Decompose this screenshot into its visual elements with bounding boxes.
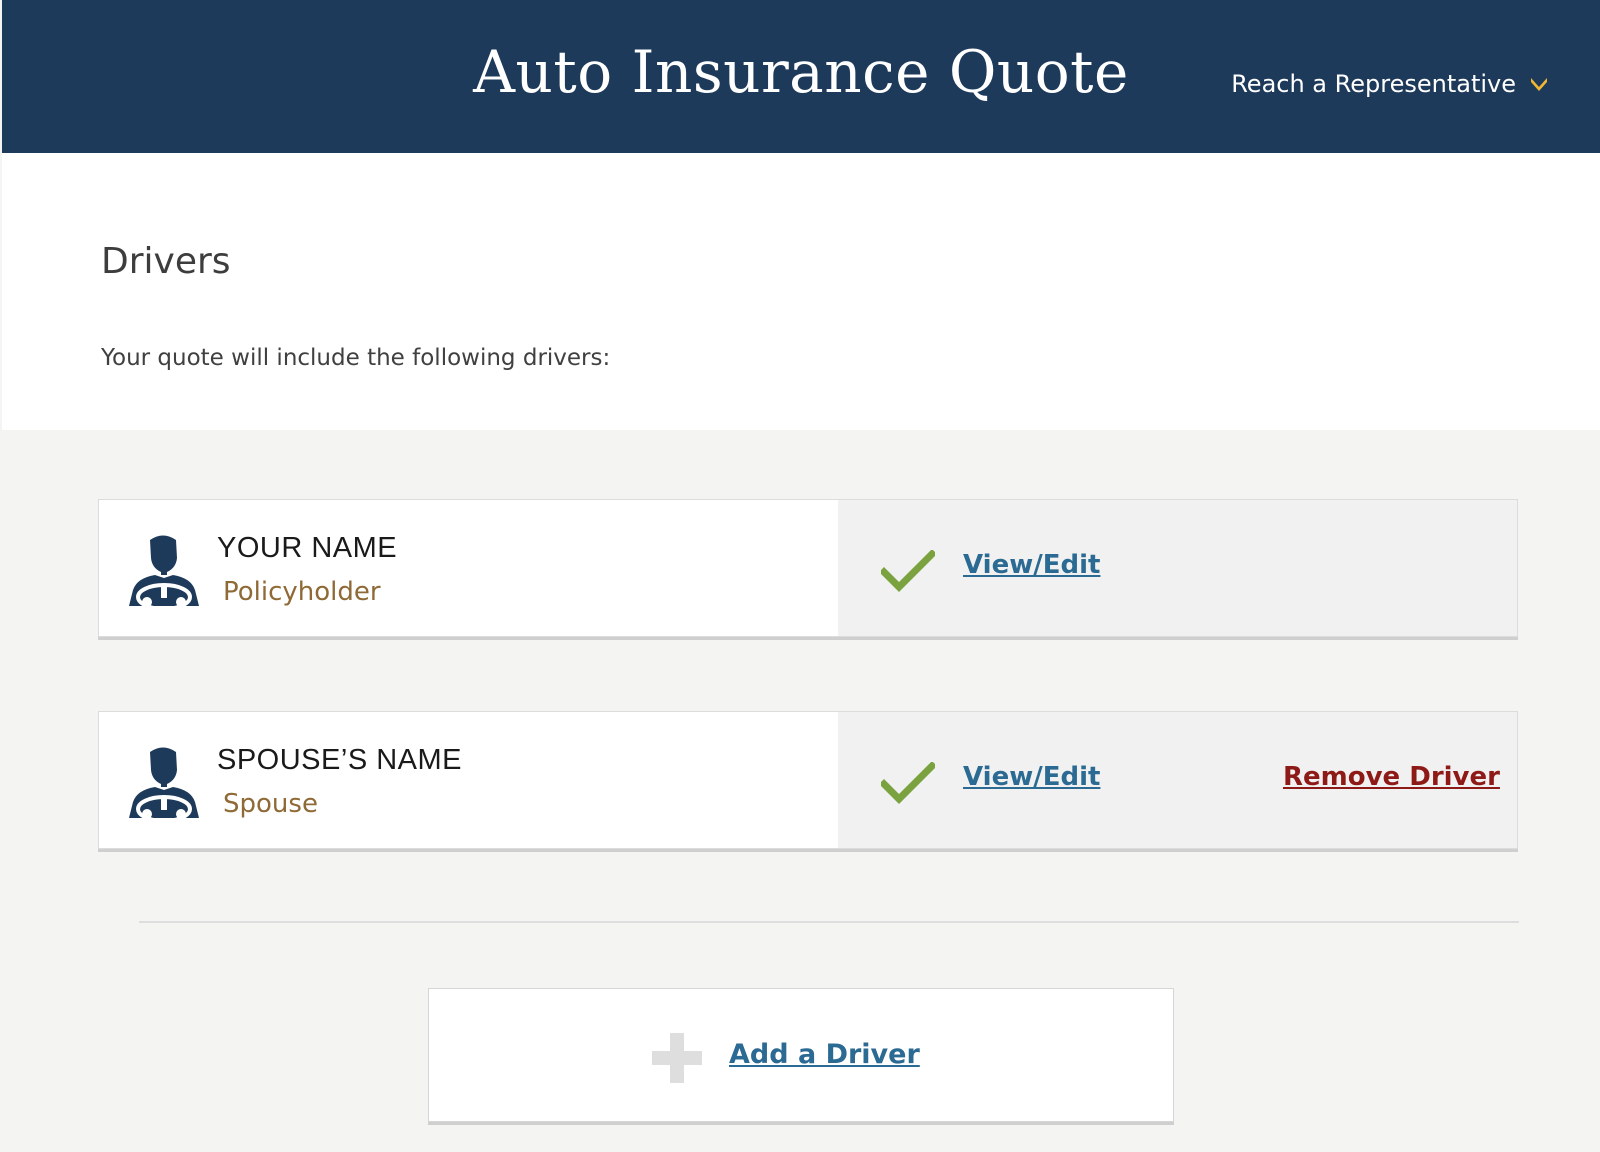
section-divider — [139, 921, 1519, 923]
driver-role: Policyholder — [223, 577, 381, 607]
intro-section: Drivers Your quote will include the foll… — [2, 153, 1600, 430]
reach-representative-link[interactable]: Reach a Representative — [1231, 70, 1550, 98]
view-edit-link[interactable]: View/Edit — [963, 550, 1100, 580]
driver-role: Spouse — [223, 789, 318, 819]
check-icon — [879, 761, 937, 804]
check-icon — [879, 549, 937, 592]
driver-name: SPOUSE’S NAME — [217, 744, 462, 776]
driver-name: YOUR NAME — [217, 532, 398, 564]
driver-avatar-icon — [127, 746, 201, 823]
page-title: Drivers — [101, 241, 231, 282]
plus-icon — [652, 1033, 702, 1083]
remove-driver-link[interactable]: Remove Driver — [1283, 762, 1500, 792]
driver-actions-area — [838, 500, 1517, 636]
add-driver-link[interactable]: Add a Driver — [729, 1039, 920, 1070]
driver-card: YOUR NAME Policyholder View/Edit — [98, 499, 1518, 637]
driver-avatar-icon — [127, 534, 201, 611]
page-description: Your quote will include the following dr… — [101, 345, 611, 371]
chevron-down-icon — [1528, 73, 1550, 95]
reach-representative-label: Reach a Representative — [1231, 70, 1516, 98]
driver-card: SPOUSE’S NAME Spouse View/Edit Remove Dr… — [98, 711, 1518, 849]
add-driver-button[interactable]: Add a Driver — [428, 988, 1174, 1122]
page-header: Auto Insurance Quote Reach a Representat… — [2, 0, 1600, 153]
view-edit-link[interactable]: View/Edit — [963, 762, 1100, 792]
